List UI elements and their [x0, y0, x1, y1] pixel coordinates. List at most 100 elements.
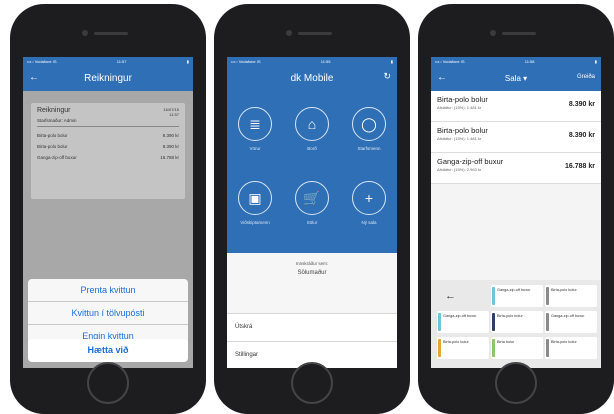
product-key[interactable]: Ganga-zip-off buxur: [545, 311, 597, 333]
sale-item-price: 16.788 kr: [565, 163, 595, 170]
battery-icon: ▮: [390, 59, 393, 64]
product-key[interactable]: Birta-polo bolur: [545, 337, 597, 359]
receipt-action-sheet: Prenta kvittun Kvittun í tölvupósti Engi…: [28, 279, 188, 347]
pay-button[interactable]: Greiða: [577, 74, 595, 80]
phone-1: •••○ Vodafone IS 11:57 ▮ ← Reikningur Re…: [10, 4, 206, 414]
product-key[interactable]: Birta-polo bolur: [545, 285, 597, 307]
time-label: 11:57: [116, 59, 127, 64]
receipt-card: Reikningur 16/07/15 11:57 Starfsmaður: A…: [31, 103, 185, 199]
tile-label: Ný sala: [361, 220, 377, 225]
new-sale-icon: +: [352, 181, 386, 215]
customers-tile[interactable]: ▣ Viðskiptamenn: [227, 181, 283, 225]
logged-in-label: Innskráður sem:: [295, 261, 329, 266]
receipt-title: Reikningur: [37, 107, 71, 114]
receipt-screen: •••○ Vodafone IS 11:57 ▮ ← Reikningur Re…: [23, 57, 193, 368]
navbar: dk Mobile ↻: [227, 66, 397, 91]
tile-label: Borð: [307, 146, 317, 151]
sale-items-list: Birta-polo bolur Afsláttur: (15%): 1.481 …: [431, 91, 601, 184]
product-color-bar: [438, 339, 441, 357]
receipt-datetime: 16/07/15 11:57: [163, 107, 179, 117]
receipt-line: Birta-polo bolur 8.390 kr: [37, 133, 179, 138]
product-key[interactable]: Birta-polo bolur: [437, 337, 489, 359]
tile-label: Viðskiptamenn: [240, 220, 270, 225]
status-bar: •••○ Vodafone IS 11:58 ▮: [431, 57, 601, 66]
product-color-bar: [438, 313, 441, 331]
speaker: [502, 32, 536, 35]
navbar: ← Reikningur: [23, 66, 193, 91]
employees-tile[interactable]: ◯ Starfsmenn: [341, 107, 397, 151]
phone-2: •••○ Vodafone IS 11:55 ▮ dk Mobile ↻ ≣ Vö…: [214, 4, 410, 414]
time-label: 11:58: [524, 59, 535, 64]
top-bar: •••○ Vodafone IS 11:58 ▮ ← Sala ▾ Greiða: [431, 57, 601, 91]
home-screen: •••○ Vodafone IS 11:55 ▮ dk Mobile ↻ ≣ Vö…: [227, 57, 397, 368]
home-button[interactable]: [87, 362, 129, 404]
receipt-line-name: Ganga-zip-off buxur: [37, 155, 77, 160]
sale-dropdown[interactable]: Sala ▾: [505, 74, 527, 83]
sale-item-price: 8.390 kr: [568, 101, 595, 108]
employees-icon: ◯: [352, 107, 386, 141]
sale-screen: •••○ Vodafone IS 11:58 ▮ ← Sala ▾ Greiða…: [431, 57, 601, 368]
battery-icon: ▮: [186, 59, 189, 64]
status-bar: •••○ Vodafone IS 11:55 ▮: [227, 57, 397, 66]
product-color-bar: [492, 287, 495, 305]
sale-line-item[interactable]: Birta-polo bolur Afsláttur: (15%): 1.481 …: [431, 122, 601, 153]
product-key-label: Ganga-zip-off buxur: [443, 314, 477, 318]
tile-label: Vörur: [249, 146, 261, 151]
sale-line-item[interactable]: Birta-polo bolur Afsláttur: (15%): 1.481 …: [431, 91, 601, 122]
product-key[interactable]: Ganga-zip-off buxur: [491, 285, 543, 307]
products-tile[interactable]: ≣ Vörur: [227, 107, 283, 151]
battery-icon: ▮: [594, 59, 597, 64]
phone-3: •••○ Vodafone IS 11:58 ▮ ← Sala ▾ Greiða…: [418, 4, 614, 414]
receipt-line-price: 8.390 kr: [162, 133, 179, 138]
back-arrow-icon[interactable]: ←: [445, 290, 456, 302]
new-sale-tile[interactable]: + Ný sala: [341, 181, 397, 225]
sales-tile[interactable]: 🛒 Sölur: [284, 181, 340, 225]
dashboard-panel: •••○ Vodafone IS 11:55 ▮ dk Mobile ↻ ≣ Vö…: [227, 57, 397, 253]
receipt-line-price: 8.390 kr: [162, 144, 179, 149]
product-key-label: Birta-polo bolur: [551, 288, 577, 292]
receipt-staff: Starfsmaður: Admin: [37, 118, 179, 127]
home-button[interactable]: [495, 362, 537, 404]
product-key-label: Birta-polo bolur: [497, 314, 523, 318]
back-arrow-icon[interactable]: ←: [29, 72, 39, 83]
product-key-label: Birta bolur: [497, 340, 515, 344]
receipt-line: Birta-polo bolur 8.390 kr: [37, 144, 179, 149]
page-title: Reikningur: [84, 73, 132, 84]
product-keypad: ← Ganga-zip-off buxur Birta-polo bolur Gan…: [431, 280, 601, 368]
carrier-label: •••○ Vodafone IS: [435, 59, 465, 64]
product-color-bar: [492, 339, 495, 357]
speaker: [298, 32, 332, 35]
speaker: [94, 32, 128, 35]
tile-label: Starfsmenn: [357, 146, 381, 151]
logged-in-panel: Innskráður sem: Sölumaður: [227, 253, 397, 313]
refresh-icon[interactable]: ↻: [383, 71, 391, 82]
product-key-label: Ganga-zip-off buxur: [497, 288, 531, 292]
tables-tile[interactable]: ⌂ Borð: [284, 107, 340, 151]
product-color-bar: [546, 287, 549, 305]
receipt-line-name: Birta-polo bolur: [37, 144, 68, 149]
top-bar: •••○ Vodafone IS 11:57 ▮ ← Reikningur: [23, 57, 193, 91]
back-arrow-icon[interactable]: ←: [437, 72, 447, 83]
sale-line-item[interactable]: Ganga-zip-off buxur Afsláttur: (15%): 2.9…: [431, 153, 601, 184]
logout-menu-item[interactable]: Útskrá: [227, 313, 397, 341]
tile-label: Sölur: [306, 220, 318, 225]
products-icon: ≣: [238, 107, 272, 141]
receipt-line-price: 16.788 kr: [160, 155, 179, 160]
sale-item-price: 8.390 kr: [568, 132, 595, 139]
sales-icon: 🛒: [295, 181, 329, 215]
home-button[interactable]: [291, 362, 333, 404]
product-key[interactable]: Birta bolur: [491, 337, 543, 359]
product-key-label: Birta-polo bolur: [551, 340, 577, 344]
bottom-menu: Útskrá Stillingar: [227, 313, 397, 368]
product-color-bar: [546, 313, 549, 331]
logged-in-user: Sölumaður: [297, 270, 327, 276]
product-key[interactable]: Ganga-zip-off buxur: [437, 311, 489, 333]
product-key[interactable]: Birta-polo bolur: [491, 311, 543, 333]
receipt-line-name: Birta-polo bolur: [37, 133, 68, 138]
email-receipt-option[interactable]: Kvittun í tölvupósti: [28, 302, 188, 325]
print-receipt-option[interactable]: Prenta kvittun: [28, 279, 188, 302]
carrier-label: •••○ Vodafone IS: [231, 59, 261, 64]
cancel-button[interactable]: Hætta við: [28, 339, 188, 362]
product-key-label: Ganga-zip-off buxur: [551, 314, 585, 318]
carrier-label: •••○ Vodafone IS: [27, 59, 57, 64]
